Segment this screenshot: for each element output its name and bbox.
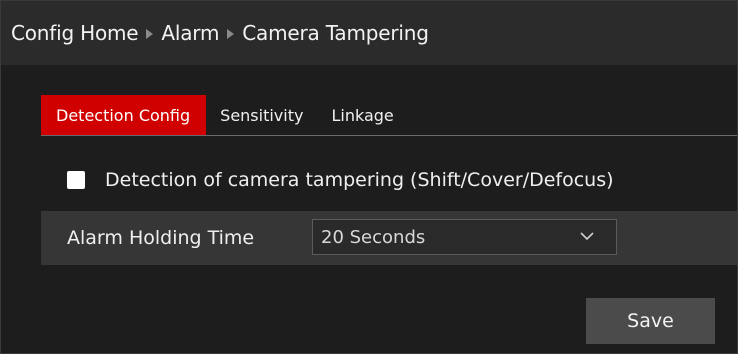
tab-linkage[interactable]: Linkage: [317, 95, 407, 135]
tab-detection-config[interactable]: Detection Config: [41, 95, 207, 135]
tab-bar: Detection Config Sensitivity Linkage: [41, 95, 737, 136]
camera-tampering-page: Config Home Alarm Camera Tampering Detec…: [0, 0, 738, 354]
alarm-holding-time-panel: Alarm Holding Time 20 Seconds: [41, 211, 737, 265]
breadcrumb-separator-icon: [146, 29, 154, 39]
chevron-down-icon: [580, 232, 594, 241]
alarm-holding-time-label: Alarm Holding Time: [67, 227, 255, 249]
breadcrumb: Config Home Alarm Camera Tampering: [1, 1, 737, 65]
alarm-holding-time-select[interactable]: 20 Seconds: [312, 219, 617, 255]
tampering-detection-checkbox[interactable]: [67, 171, 85, 189]
breadcrumb-config-home[interactable]: Config Home: [11, 21, 139, 45]
alarm-holding-time-value: 20 Seconds: [321, 226, 426, 248]
breadcrumb-camera-tampering: Camera Tampering: [242, 21, 429, 45]
tampering-detection-label: Detection of camera tampering (Shift/Cov…: [105, 169, 614, 191]
tampering-detection-row: Detection of camera tampering (Shift/Cov…: [67, 169, 614, 191]
breadcrumb-alarm[interactable]: Alarm: [161, 21, 219, 45]
tab-sensitivity[interactable]: Sensitivity: [206, 95, 317, 135]
breadcrumb-separator-icon: [227, 29, 235, 39]
save-button[interactable]: Save: [586, 298, 715, 344]
